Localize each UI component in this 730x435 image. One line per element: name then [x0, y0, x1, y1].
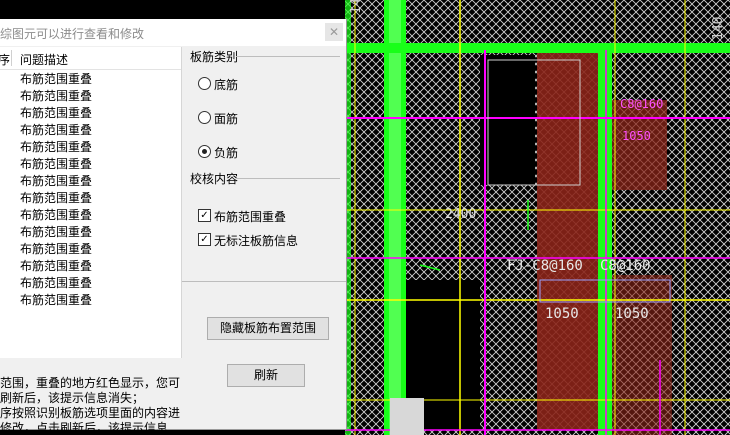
- cad-label: 2400: [445, 207, 476, 222]
- radio-bottom-rebar[interactable]: [198, 77, 211, 90]
- dialog-title: 综图元可以进行查看和修改: [0, 27, 145, 41]
- list-item[interactable]: 布筋范围重叠: [0, 190, 181, 207]
- hide-range-button[interactable]: 隐藏板筋布置范围: [207, 317, 329, 340]
- group-divider: [236, 56, 340, 57]
- check-dialog: 综图元可以进行查看和修改 ✕ 序 问题描述 布筋范围重叠 布筋范围重叠 布筋范围…: [0, 19, 347, 430]
- radio-top-rebar[interactable]: [198, 111, 211, 124]
- column-divider[interactable]: [11, 50, 12, 66]
- list-item[interactable]: 布筋范围重叠: [0, 241, 181, 258]
- green-beam: [345, 43, 730, 53]
- refresh-button[interactable]: 刷新: [227, 364, 305, 387]
- cad-label: C8@160: [600, 258, 651, 274]
- column-index-header[interactable]: 序: [0, 51, 10, 68]
- checkbox-range-overlap[interactable]: ✓: [198, 209, 211, 222]
- problem-list[interactable]: 序 问题描述 布筋范围重叠 布筋范围重叠 布筋范围重叠 布筋范围重叠 布筋范围重…: [0, 47, 182, 358]
- list-header: 序 问题描述: [0, 47, 181, 70]
- radio-bottom-rebar-label[interactable]: 底筋: [214, 76, 238, 93]
- group-divider: [236, 178, 340, 179]
- message-area: 置范围，重叠的地方红色显示，您可 击刷新后，该提示信息消失； 程序按照识别板筋选…: [0, 376, 181, 430]
- list-rows: 布筋范围重叠 布筋范围重叠 布筋范围重叠 布筋范围重叠 布筋范围重叠 布筋范围重…: [0, 71, 181, 309]
- close-icon[interactable]: ✕: [325, 23, 343, 41]
- list-item[interactable]: 布筋范围重叠: [0, 207, 181, 224]
- cad-label: 1050: [545, 306, 579, 322]
- cad-label: 140: [711, 17, 726, 40]
- overlap-area-red: [612, 275, 672, 435]
- list-item[interactable]: 布筋范围重叠: [0, 71, 181, 88]
- column-desc-header[interactable]: 问题描述: [20, 51, 68, 68]
- cad-label: C8@160: [620, 97, 663, 111]
- list-item[interactable]: 布筋范围重叠: [0, 173, 181, 190]
- list-item[interactable]: 布筋范围重叠: [0, 258, 181, 275]
- overlap-area-red: [612, 100, 667, 190]
- section-divider: [182, 281, 346, 282]
- message-line: 置范围，重叠的地方红色显示，您可: [0, 376, 181, 390]
- cad-label: 1050: [615, 306, 649, 322]
- checkbox-unlabeled-info-label[interactable]: 无标注板筋信息: [214, 232, 298, 249]
- cad-label: 1050: [622, 129, 651, 143]
- green-beam: [389, 0, 401, 435]
- list-item[interactable]: 布筋范围重叠: [0, 224, 181, 241]
- list-item[interactable]: 布筋范围重叠: [0, 156, 181, 173]
- list-item[interactable]: 布筋范围重叠: [0, 292, 181, 309]
- checkbox-range-overlap-label[interactable]: 布筋范围重叠: [214, 208, 286, 225]
- cad-label: FJ-C8@160: [507, 258, 583, 274]
- message-line: 击刷新后，该提示信息消失；: [0, 391, 145, 405]
- list-item[interactable]: 布筋范围重叠: [0, 88, 181, 105]
- message-line: 程序按照识别板筋选项里面的内容进: [0, 406, 181, 420]
- list-item[interactable]: 布筋范围重叠: [0, 139, 181, 156]
- checkbox-unlabeled-info[interactable]: ✓: [198, 233, 211, 246]
- rebar-type-group-label: 板筋类别: [190, 50, 239, 64]
- check-content-group-label: 校核内容: [190, 172, 239, 186]
- radio-negative-rebar-label[interactable]: 负筋: [214, 144, 238, 161]
- cad-label: 140: [349, 0, 364, 14]
- green-beam: [598, 50, 612, 435]
- radio-negative-rebar[interactable]: [198, 145, 211, 158]
- list-item[interactable]: 布筋范围重叠: [0, 122, 181, 139]
- radio-top-rebar-label[interactable]: 面筋: [214, 110, 238, 127]
- list-item[interactable]: 布筋范围重叠: [0, 275, 181, 292]
- dialog-titlebar[interactable]: 综图元可以进行查看和修改 ✕: [0, 19, 346, 46]
- message-line: 行修改，点击刷新后，该提示信息: [0, 421, 169, 430]
- list-item[interactable]: 布筋范围重叠: [0, 105, 181, 122]
